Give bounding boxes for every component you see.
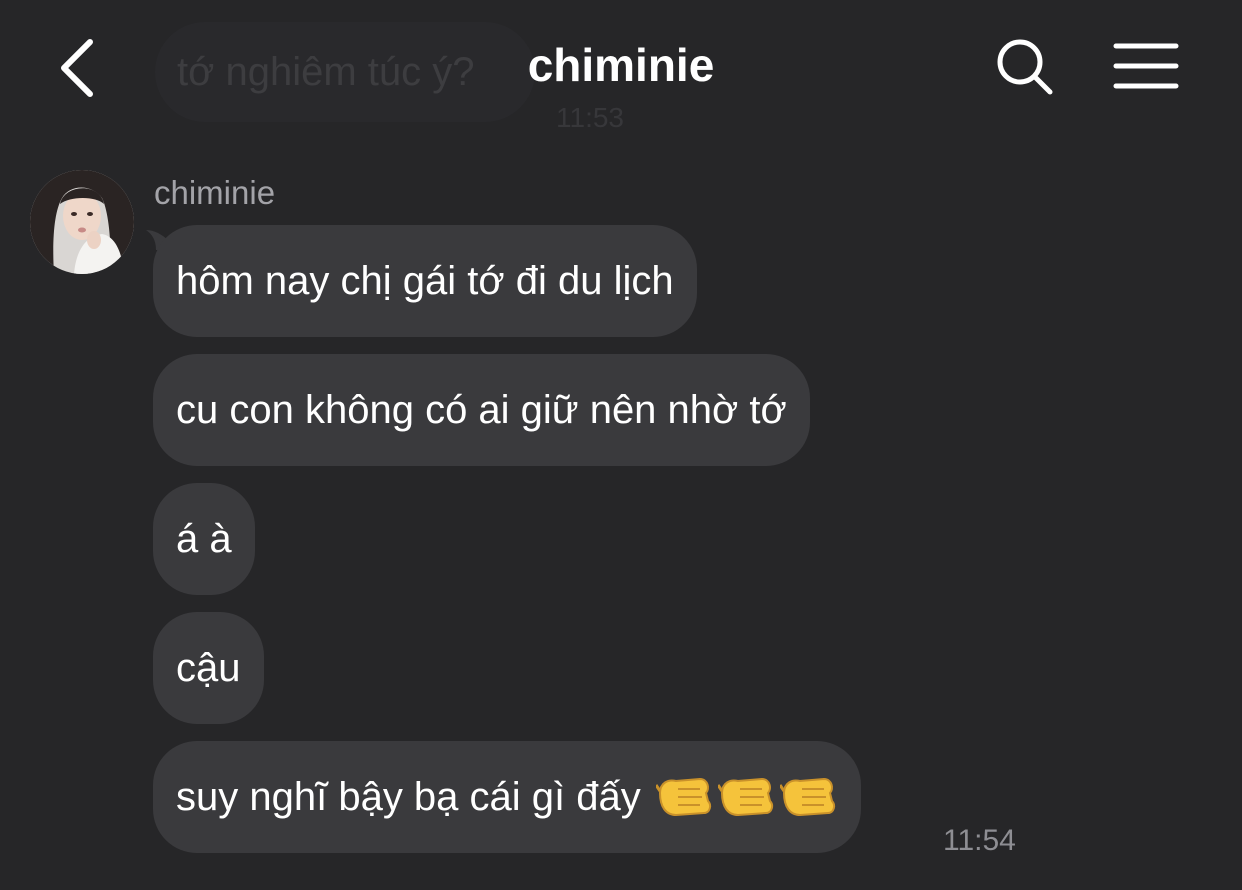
previous-message-time: 11:53 — [556, 102, 624, 133]
hamburger-menu-icon — [1113, 43, 1179, 89]
sender-name: chiminie — [154, 174, 276, 211]
message-text: cu con không có ai giữ nên nhờ tớ — [176, 388, 787, 432]
message-bubble[interactable]: á à — [153, 483, 255, 595]
message-bubble[interactable]: suy nghĩ bậy bạ cái gì đấy — [153, 741, 861, 853]
menu-button[interactable] — [1112, 40, 1180, 92]
chat-screen: tớ nghiêm túc ý? 11:53 chiminie chiminie… — [0, 0, 1242, 890]
search-button[interactable] — [994, 36, 1056, 98]
search-icon — [997, 39, 1053, 95]
message-text: suy nghĩ bậy bạ cái gì đấy — [176, 775, 641, 819]
message-bubble[interactable]: cu con không có ai giữ nên nhờ tớ — [153, 354, 810, 466]
fist-pointing-emoji — [717, 778, 773, 817]
profile-photo — [30, 170, 134, 274]
avatar[interactable] — [30, 170, 134, 274]
message-time: 11:54 — [943, 824, 1016, 857]
fist-pointing-emoji — [779, 778, 835, 817]
message-text: cậu — [176, 646, 241, 690]
message-text: á à — [176, 517, 232, 561]
message-bubble[interactable]: hôm nay chị gái tớ đi du lịch — [153, 225, 697, 337]
fist-pointing-emoji — [655, 778, 711, 817]
emoji-group — [652, 775, 838, 819]
message-text: hôm nay chị gái tớ đi du lịch — [176, 259, 674, 303]
message-bubble[interactable]: cậu — [153, 612, 264, 724]
